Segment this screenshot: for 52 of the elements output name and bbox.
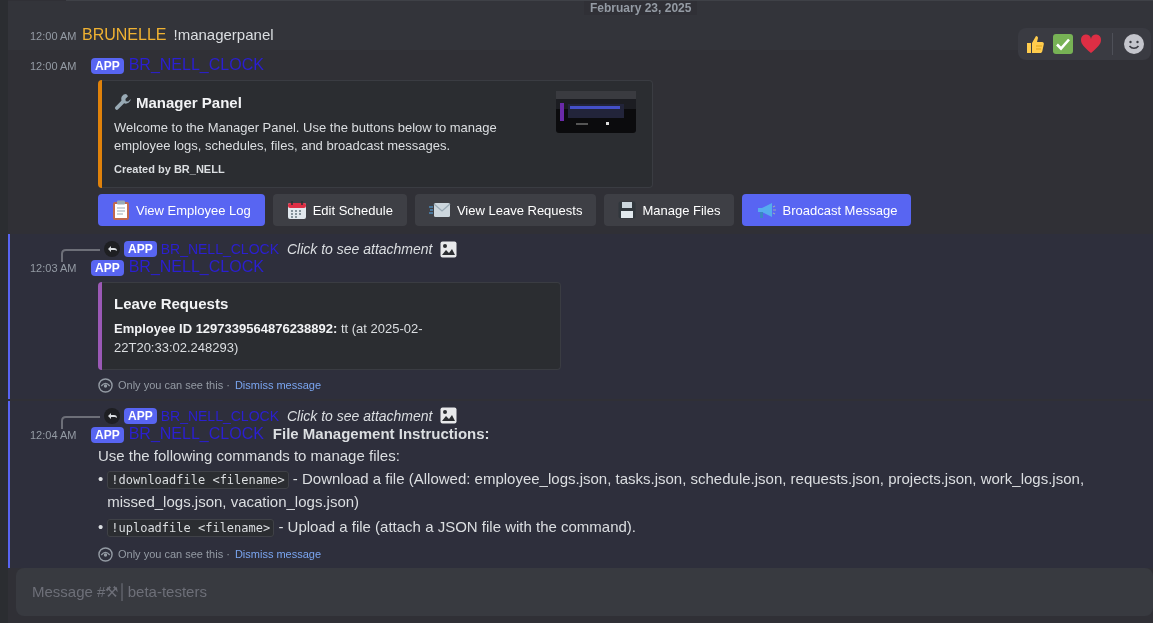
embed-description: Welcome to the Manager Panel. Use the buttons below to manage employee logs, schedules, files, and broadcast messages. — [114, 119, 498, 156]
inline-code: !uploadfile <filename> — [107, 518, 275, 537]
bullet: • — [98, 468, 104, 489]
visibility-notice: Only you can see this · — [118, 379, 230, 392]
calendar-icon — [286, 200, 307, 221]
megaphone-icon — [756, 201, 777, 220]
timestamp: 12:00 AM — [30, 30, 78, 42]
embed-title: Leave Requests — [114, 295, 229, 313]
timestamp: 12:00 AM — [30, 60, 78, 72]
message-text: !managerpanel — [173, 26, 274, 43]
embed-title: Manager Panel — [136, 93, 242, 111]
action-button[interactable]: View Employee Log — [98, 194, 265, 227]
app-badge: APP — [124, 241, 157, 258]
message-text: Use the following commands to manage files: — [98, 446, 401, 464]
reply-preview[interactable]: Click to see attachment — [286, 407, 433, 424]
reply-preview[interactable]: Click to see attachment — [286, 241, 433, 258]
app-badge: APP — [91, 58, 124, 74]
action-button[interactable]: View Leave Requests — [414, 194, 597, 227]
message-text: !uploadfile <filename> - Upload a file (attach a JSON file with the command). — [107, 515, 1118, 539]
clipboard-icon — [112, 200, 130, 221]
message-heading: File Management Instructions: — [272, 424, 490, 442]
action-button[interactable]: Manage Files — [604, 194, 735, 227]
action-button[interactable]: Broadcast Message — [742, 194, 912, 227]
image-icon — [440, 407, 458, 425]
dismiss-link[interactable]: Dismiss message — [234, 379, 322, 392]
action-button[interactable]: Edit Schedule — [272, 194, 407, 227]
app-badge: APP — [124, 407, 157, 424]
reply-icon — [104, 241, 120, 258]
embed-description: Employee ID 1297339564876238892: tt (at 2025-02-22T20:33:02.248293) — [114, 320, 424, 357]
emoji-picker-icon[interactable] — [1123, 33, 1145, 55]
reply-icon — [104, 407, 120, 424]
reply-connector — [60, 414, 100, 429]
message-text: !downloadfile <filename> - Download a file (Allowed: employee_logs.json, tasks.json, schedule.json, requests.json, projects.json, work_logs.json, missed_logs.json, vacation_logs.json) — [107, 468, 1086, 512]
eye-icon — [98, 546, 113, 562]
author-name[interactable]: BRUNELLE — [82, 26, 167, 44]
inline-code: !downloadfile <filename> — [107, 470, 289, 489]
embed-footer: Created by BR_NELL — [114, 163, 544, 176]
app-badge: APP — [91, 260, 124, 277]
dismiss-link[interactable]: Dismiss message — [234, 548, 322, 561]
wrench-icon — [114, 93, 132, 111]
eye-icon — [98, 377, 113, 393]
timestamp: 12:04 AM — [30, 428, 78, 441]
app-badge: APP — [91, 426, 124, 443]
image-icon — [440, 240, 458, 258]
reply-connector — [60, 248, 100, 263]
timestamp: 12:03 AM — [30, 262, 78, 275]
check-mark-icon[interactable] — [1052, 33, 1074, 55]
thumbs-up-icon[interactable] — [1024, 33, 1046, 55]
envelope-icon — [428, 202, 451, 219]
visibility-notice: Only you can see this · — [118, 548, 230, 561]
bullet: • — [98, 516, 104, 537]
message-input[interactable]: Message #⚒│beta-testers — [16, 567, 1153, 616]
